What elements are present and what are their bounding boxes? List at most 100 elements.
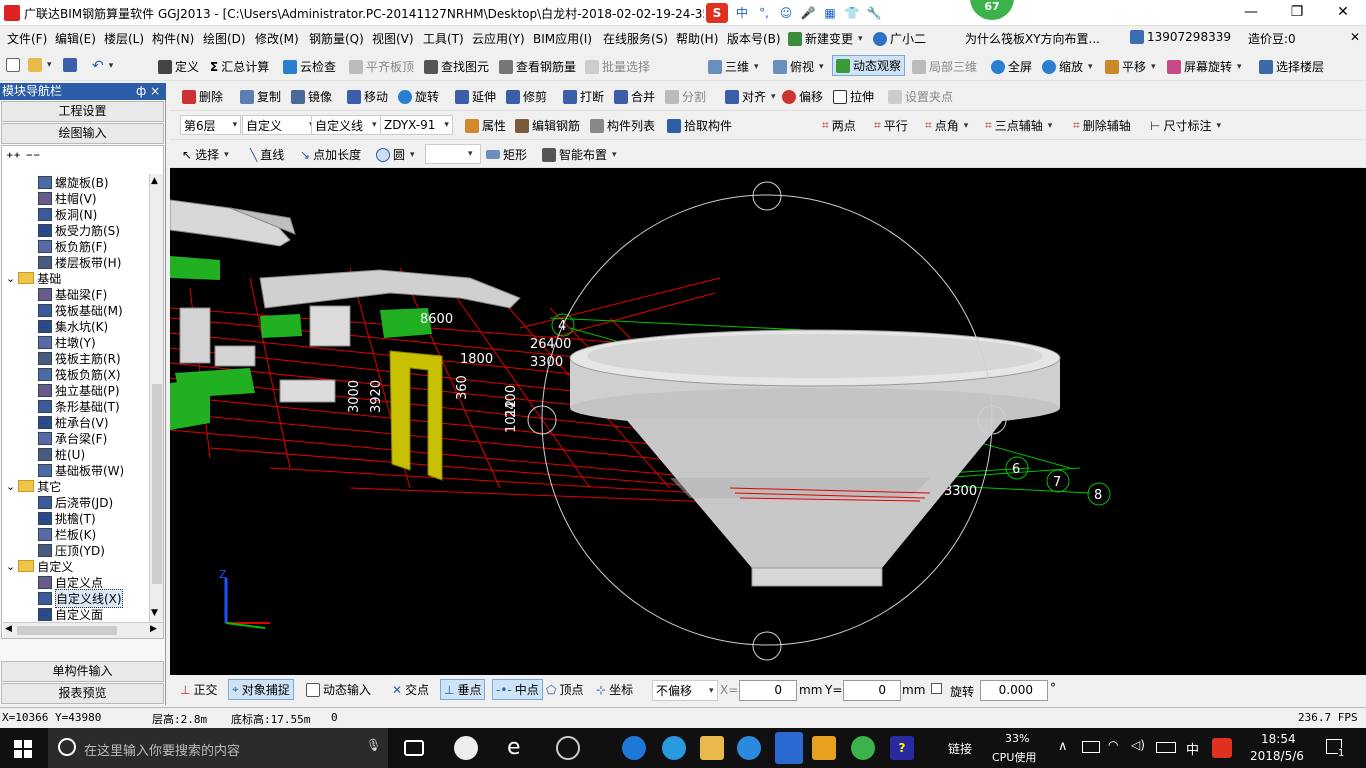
project-settings-button[interactable]: 工程设置	[1, 101, 164, 122]
tray-expand-icon[interactable]: ∧	[1058, 739, 1068, 754]
menu-view[interactable]: 视图(V)	[372, 30, 414, 47]
element-select[interactable]: ZDYX-91 ▾	[380, 115, 453, 135]
tree-item[interactable]: 筏板负筋(X)	[38, 366, 121, 382]
collapse-toggle-icon[interactable]: ⌄	[6, 560, 15, 573]
fan-app-icon[interactable]	[454, 736, 478, 760]
file-explorer-icon[interactable]	[700, 736, 724, 760]
intersection-snap[interactable]: ✕ 交点	[392, 681, 429, 698]
define-button[interactable]: 定义	[158, 58, 199, 75]
tree-vertical-scrollbar[interactable]: ▲ ▼	[149, 174, 163, 622]
tree-item[interactable]: 筏板基础(M)	[38, 302, 123, 318]
tools-icon[interactable]: 🔧	[866, 5, 882, 21]
parallel-button[interactable]: ⌗ 平行	[874, 117, 908, 134]
drawing-input-button[interactable]: 绘图输入	[1, 123, 164, 144]
menu-draw[interactable]: 绘图(D)	[203, 30, 246, 47]
scroll-right-icon[interactable]: ▶	[150, 624, 157, 634]
delete-axis-button[interactable]: ⌗ 删除辅轴	[1073, 117, 1131, 134]
menu-version[interactable]: 版本号(B)	[727, 30, 781, 47]
dimension-button[interactable]: ⊢ 尺寸标注 ▾	[1150, 117, 1221, 134]
set-grip-button[interactable]: 设置夹点	[888, 88, 953, 105]
top-view-button[interactable]: 俯视 ▾	[773, 58, 824, 75]
start-windows-icon[interactable]	[14, 740, 32, 758]
mirror-button[interactable]: 镜像	[291, 88, 332, 105]
taskbar-search-box[interactable]: 在这里输入你要搜索的内容 🎙	[48, 728, 388, 768]
tree-item[interactable]: 筏板主筋(R)	[38, 350, 121, 366]
tree-item[interactable]: 栏板(K)	[38, 526, 96, 542]
punctuation-icon[interactable]: °,	[756, 5, 772, 21]
element-list-button[interactable]: 构件列表	[590, 117, 655, 134]
sogou-ime-icon[interactable]: S	[706, 3, 728, 23]
link-label[interactable]: 链接	[948, 740, 972, 757]
glodon-g-icon[interactable]	[737, 736, 761, 760]
scroll-up-icon[interactable]: ▲	[151, 176, 158, 186]
expand-all-icon[interactable]: ⁺⁺ ⁻⁻	[6, 150, 40, 166]
floor-select[interactable]: 第6层 ▾	[180, 115, 242, 135]
three-point-axis-button[interactable]: ⌗ 三点辅轴 ▾	[985, 117, 1052, 134]
tree-item[interactable]: 后浇带(JD)	[38, 494, 113, 510]
align-button[interactable]: 对齐 ▾	[725, 88, 776, 105]
properties-button[interactable]: 属性	[465, 117, 506, 134]
sogou-tray-icon[interactable]	[1212, 738, 1232, 758]
new-file-icon[interactable]	[6, 58, 20, 72]
break-button[interactable]: 打断	[563, 88, 604, 105]
battery-icon[interactable]	[1082, 741, 1100, 753]
report-preview-button[interactable]: 报表预览	[1, 683, 164, 704]
ime-lang-toggle[interactable]: 中	[734, 5, 750, 21]
point-angle-button[interactable]: ⌗ 点角 ▾	[925, 117, 968, 134]
midpoint-snap[interactable]: -•- 中点	[492, 679, 543, 700]
object-snap-toggle[interactable]: ⌖ 对象捕捉	[228, 679, 294, 700]
tree-item[interactable]: 螺旋板(B)	[38, 174, 109, 190]
edit-rebar-button[interactable]: 编辑钢筋	[515, 117, 580, 134]
tree-item[interactable]: 独立基础(P)	[38, 382, 120, 398]
keyboard-tray-icon[interactable]	[1156, 742, 1176, 753]
collapse-toggle-icon[interactable]: ⌄	[6, 480, 15, 493]
tree-item[interactable]: 柱墩(Y)	[38, 334, 96, 350]
element-tree[interactable]: 螺旋板(B) 柱帽(V) 板洞(N) 板受力筋(S) 板负筋(F) 楼层板带(H) ⌄ 基础基…	[2, 174, 149, 622]
full-screen-button[interactable]: 全屏	[991, 58, 1032, 75]
collapse-toggle-icon[interactable]: ⌄	[6, 272, 15, 285]
help-app-icon[interactable]: ?	[890, 736, 914, 760]
pin-close-icons[interactable]: ф ×	[136, 83, 160, 100]
ie-blue-icon[interactable]	[662, 736, 686, 760]
cloud-check-button[interactable]: 云检查	[283, 58, 336, 75]
point-length-button[interactable]: ↘ 点加长度	[300, 146, 361, 163]
tree-horizontal-scrollbar[interactable]: ◀ ▶	[3, 622, 163, 638]
sum-calc-button[interactable]: Σ 汇总计算	[210, 58, 269, 75]
tree-item[interactable]: 压顶(YD)	[38, 542, 105, 558]
line-button[interactable]: ╲ 直线	[250, 146, 284, 163]
close-button[interactable]: ✕	[1320, 0, 1366, 26]
perpendicular-snap[interactable]: ⊥ 垂点	[440, 679, 486, 700]
scroll-down-icon[interactable]: ▼	[151, 608, 158, 618]
rotate-checkbox[interactable]	[931, 683, 942, 694]
rect-button[interactable]: 矩形	[486, 146, 527, 163]
clock-date[interactable]: 2018/5/6	[1250, 749, 1304, 763]
keyboard-icon[interactable]: ▦	[822, 5, 838, 21]
3d-viewport[interactable]: 8600 26400 1800 3300 2400 3000 3920 360 …	[170, 168, 1366, 675]
microphone-icon[interactable]: 🎙	[366, 738, 381, 752]
skin-icon[interactable]: 👕	[844, 5, 860, 21]
split-button[interactable]: 分割	[665, 88, 706, 105]
trim-button[interactable]: 修剪	[506, 88, 547, 105]
user-account[interactable]: 13907298339	[1130, 30, 1231, 44]
tree-item[interactable]: 桩(U)	[38, 446, 85, 462]
menu-element[interactable]: 构件(N)	[152, 30, 194, 47]
undo-icon[interactable]: ↶ ▾	[92, 58, 113, 74]
browser-icon[interactable]	[556, 736, 580, 760]
x-input[interactable]: 0	[739, 680, 797, 701]
flat-slab-top-button[interactable]: 平齐板顶	[349, 58, 414, 75]
menu-modify[interactable]: 修改(M)	[255, 30, 299, 47]
dynamic-observe-button[interactable]: 动态观察	[832, 55, 906, 76]
stretch-button[interactable]: 拉伸	[833, 88, 874, 105]
tree-folder[interactable]: ⌄ 其它	[6, 478, 61, 494]
tree-item[interactable]: 条形基础(T)	[38, 398, 120, 414]
rotate-button[interactable]: 旋转	[398, 88, 439, 105]
menu-edit[interactable]: 编辑(E)	[55, 30, 96, 47]
save-icon[interactable]	[63, 58, 77, 72]
smart-layout-button[interactable]: 智能布置 ▾	[542, 146, 617, 163]
menu-tools[interactable]: 工具(T)	[423, 30, 464, 47]
tree-item[interactable]: 板洞(N)	[38, 206, 97, 222]
delete-button[interactable]: 删除	[182, 88, 223, 105]
tree-item[interactable]: 板负筋(F)	[38, 238, 107, 254]
hscroll-thumb[interactable]	[17, 626, 117, 635]
dynamic-input-toggle[interactable]: 动态输入	[306, 681, 371, 698]
